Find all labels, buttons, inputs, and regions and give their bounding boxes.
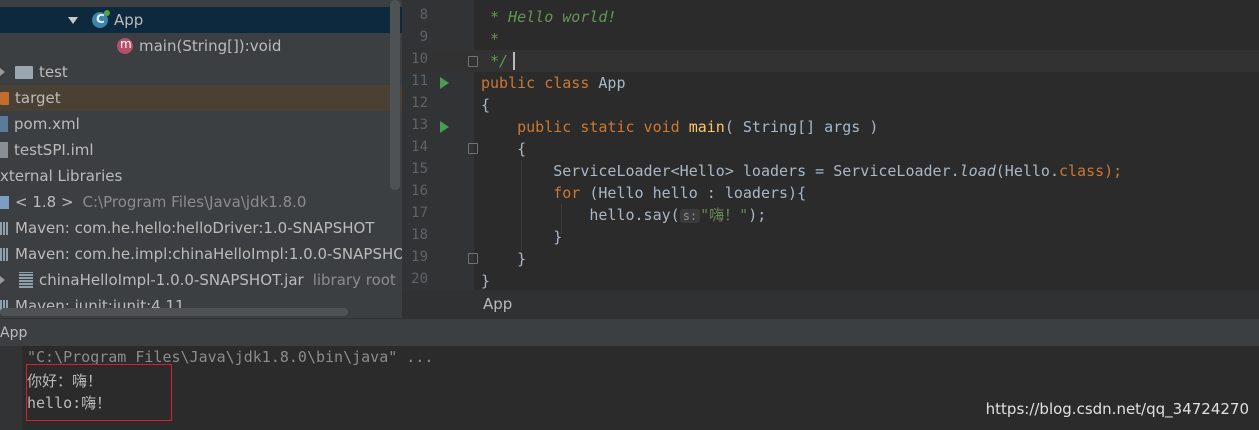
tree-item-app-class[interactable]: App [0,7,402,33]
tree-item-maven-hellodriver[interactable]: Maven: com.he.hello:helloDriver:1.0-SNAP… [0,215,402,241]
tree-item-jdk[interactable]: < 1.8 > C:\Program Files\Java\jdk1.8.0 [0,189,402,215]
code-line-9: * [481,30,500,48]
code-token: ( String[] args ) [724,118,879,136]
jar-icon [19,272,33,288]
line-number: 10 [411,51,428,67]
code-line-20: } [481,272,491,290]
run-panel-title[interactable]: App [0,325,27,341]
tree-item-label: App [114,11,144,29]
maven-file-icon [0,116,8,132]
project-tree-panel: App main(String[]):void test target pom.… [0,0,402,318]
code-token: public class [481,74,599,92]
code-line-10: */ [481,52,509,70]
editor-breadcrumb[interactable]: App [402,290,1259,319]
tree-item-label: < 1.8 > [15,193,74,211]
line-number: 20 [411,271,428,287]
tree-vertical-scrollbar[interactable] [390,0,400,190]
line-number: 12 [411,95,428,111]
line-number: 17 [411,205,428,221]
line-number: 9 [419,29,428,45]
code-line-14: { [481,140,527,158]
console-toolbar [0,346,22,430]
fold-icon[interactable] [468,143,478,154]
code-token: ); [1104,162,1123,180]
folder-icon [0,91,9,105]
code-token: main [688,118,725,136]
code-token: ServiceLoader<Hello> loaders = ServiceLo… [481,162,960,180]
fold-icon[interactable] [468,56,478,67]
code-line-18: } [481,228,563,246]
code-line-15: ServiceLoader<Hello> loaders = ServiceLo… [481,160,1122,182]
library-icon [0,247,9,261]
code-token: load [959,162,996,180]
code-token: (Hello hello : loaders){ [589,184,807,202]
tree-item-label: pom.xml [14,115,80,133]
code-line-12: { [481,96,491,114]
tree-item-label: test [39,63,68,81]
tree-item-label: xternal Libraries [0,167,123,185]
code-line-8: * Hello world! [481,8,617,26]
tree-item-label: testSPI.iml [14,141,94,159]
code-token: class [1058,162,1105,180]
breadcrumb-item[interactable]: App [483,295,512,313]
line-number: 19 [411,249,428,265]
code-token: (Hello. [995,162,1059,180]
folder-icon [15,65,33,79]
parameter-hint: s: [679,209,701,223]
code-line-17: hello.say(s: "嗨！"); [481,204,766,226]
code-line-19: } [481,250,527,268]
code-token: for [481,184,590,202]
code-token: hello.say( [481,206,680,224]
tree-item-label: Maven: com.he.hello:helloDriver:1.0-SNAP… [15,219,375,237]
tree-item-label: main(String[]):void [139,37,282,55]
line-number: 8 [419,7,428,23]
code-token: public static void [481,118,689,136]
watermark: https://blog.csdn.net/qq_34724270 [985,400,1249,418]
line-number: 15 [411,161,428,177]
output-highlight-box [26,364,172,421]
tree-item-maven-chinahelloimpl[interactable]: Maven: com.he.impl:chinaHelloImpl:1.0.0-… [0,241,402,267]
line-number: 11 [411,73,428,89]
method-icon [117,37,133,54]
current-line-highlight [402,50,1259,72]
tree-item-detail: C:\Program Files\Java\jdk1.8.0 [82,193,307,211]
library-icon [0,221,9,235]
chevron-down-icon[interactable] [68,16,78,24]
line-number: 16 [411,183,428,199]
tree-item-detail: library root [312,271,396,289]
run-gutter-icon[interactable] [440,121,449,133]
code-token: "嗨！" [700,206,749,224]
tree-item-external-libraries[interactable]: xternal Libraries [0,163,402,189]
tree-item-label: Maven: com.he.impl:chinaHelloImpl:1.0.0-… [15,245,402,263]
tree-item-target-folder[interactable]: target [0,85,402,111]
code-token: App [598,74,626,92]
text-caret [513,52,515,70]
fold-icon[interactable] [468,253,478,264]
chevron-right-icon[interactable] [0,276,5,284]
code-token: ); [748,206,767,224]
line-number: 18 [411,227,428,243]
tree-item-main-method[interactable]: main(String[]):void [0,33,402,59]
code-editor[interactable] [474,0,1259,290]
tree-item-label: chinaHelloImpl-1.0.0-SNAPSHOT.jar [39,271,304,289]
line-number: 14 [411,139,428,155]
line-number: 13 [411,117,428,133]
tree-item-pom[interactable]: pom.xml [0,111,402,137]
code-line-16: for (Hello hello : loaders){ [481,182,806,204]
tree-item-iml[interactable]: testSPI.iml [0,137,402,163]
tree-item-label: target [15,89,61,107]
chevron-right-icon[interactable] [0,68,5,76]
jdk-icon [0,195,9,209]
tree-horizontal-scrollbar[interactable] [0,308,348,316]
class-icon [92,10,110,28]
code-line-11: public class App [481,72,626,94]
iml-file-icon [0,142,8,158]
run-gutter-icon[interactable] [440,77,449,89]
code-line-13: public static void main( String[] args ) [481,116,878,138]
run-panel-header: App [0,318,1259,347]
tree-item-test-folder[interactable]: test [0,59,402,85]
tree-item-jar[interactable]: chinaHelloImpl-1.0.0-SNAPSHOT.jar librar… [0,267,402,293]
